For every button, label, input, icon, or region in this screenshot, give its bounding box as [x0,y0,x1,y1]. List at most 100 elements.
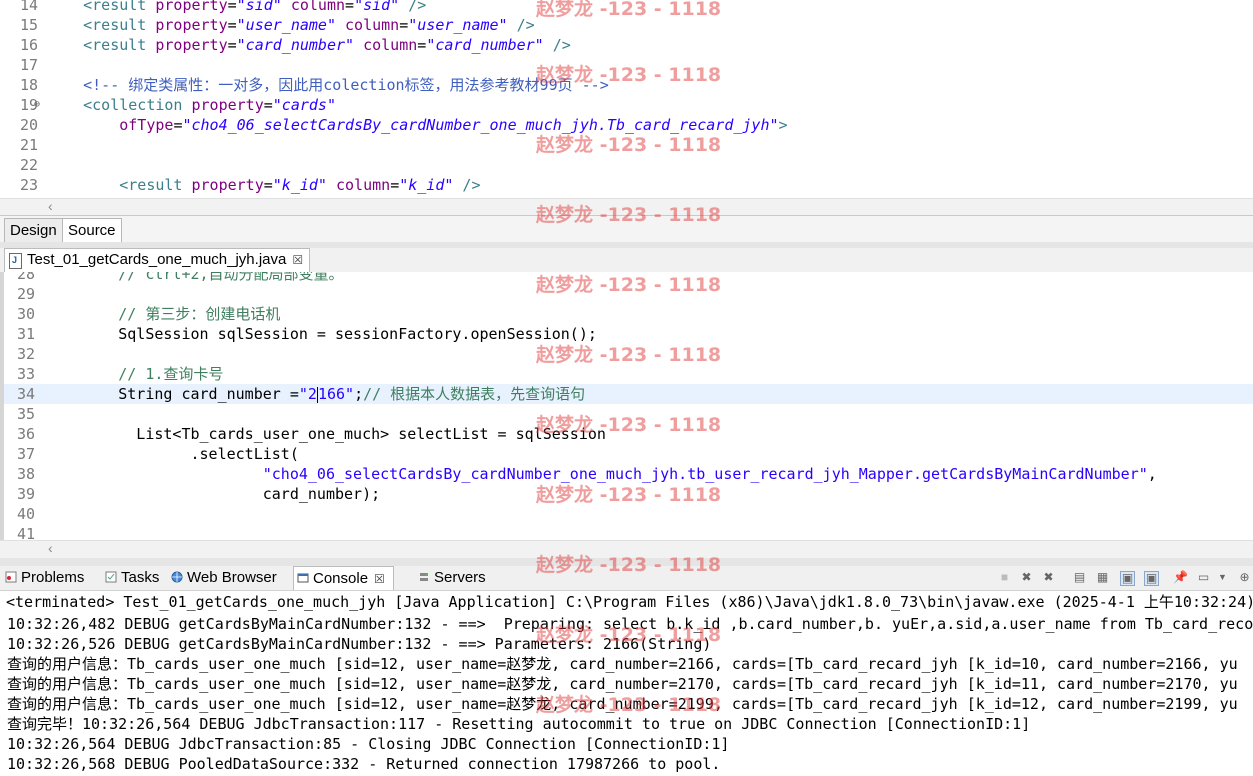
code-token: "user_name" [408,16,508,34]
console-line: 10:32:26,564 DEBUG JdbcTransaction:85 - … [7,735,730,753]
chevron-down-icon[interactable]: ▼ [1216,571,1229,584]
show-on-stderr-icon[interactable]: ▣ [1144,571,1159,586]
line-number: 38 [16,465,35,483]
code-token: property [146,0,228,14]
terminate-icon[interactable]: ■ [998,571,1011,584]
code-line: 19 ⊖ <collection property="cards" [0,95,1253,115]
code-token: <result [47,36,147,54]
code-token: /> [507,16,535,34]
code-line: 33 // 1.查询卡号 [4,364,1253,384]
close-icon[interactable]: ☒ [374,572,385,586]
console-line: 10:32:26,526 DEBUG getCardsByMainCardNum… [7,635,712,653]
tab-design[interactable]: Design [4,218,63,243]
tab-web-browser-label: Web Browser [187,569,277,586]
display-selected-console-icon[interactable]: ▭ [1197,571,1210,584]
show-on-stdout-icon[interactable]: ▣ [1120,571,1135,586]
code-token: "sid" [354,0,400,14]
code-text: <result property="user_name" column="use… [47,15,535,35]
code-line: 20 ofType="cho4_06_selectCardsBy_cardNum… [0,115,1253,135]
code-token: SqlSession sqlSession = sessionFactory.o… [46,325,597,343]
scroll-lock-icon[interactable]: ▦ [1096,571,1109,584]
code-token: // ctrl+2,自动分配局部变量。 [46,272,344,283]
servers-icon [420,573,428,581]
code-token: = [227,16,237,34]
code-line: 14 <result property="sid" column="sid" /… [0,0,1253,15]
code-token: result [92,0,147,14]
line-number: 14 [19,0,38,14]
scroll-left-arrow-icon[interactable]: ‹ [48,198,53,214]
tab-console[interactable]: Console ☒ [293,566,394,590]
code-token: = [227,36,237,54]
line-number: 34 [16,385,35,403]
pin-console-icon[interactable]: 📌 [1173,571,1188,584]
code-line: 39 card_number); [4,484,1253,504]
code-token: property [182,96,264,114]
code-line: 22 [0,155,1253,175]
remove-all-terminated-icon[interactable]: ✖ [1042,571,1055,584]
tab-servers[interactable]: Servers [415,566,486,589]
code-token: /> [399,0,427,14]
code-token: ofType [47,116,174,134]
code-text: String card_number ="2166";// 根据本人数据表，先查… [46,384,585,404]
console-line: 查询的用户信息：Tb_cards_user_one_much [sid=12, … [7,675,1238,693]
code-token: <result [47,176,183,194]
code-text: <result property="k_id" column="k_id" /> [47,175,480,195]
code-token: ; [354,385,364,403]
xml-editor[interactable]: 14 <result property="sid" column="sid" /… [0,0,1253,198]
tab-problems-label: Problems [21,569,85,586]
code-token: property [146,16,228,34]
code-token: card_number); [46,485,381,503]
code-token: "card_number" [236,36,355,54]
code-token: = [399,16,409,34]
tab-source[interactable]: Source [63,218,122,243]
code-token: "card_number" [426,36,544,54]
console-line: 查询完毕！10:32:26,564 DEBUG JdbcTransaction:… [7,715,1031,733]
code-token: "cho4_06_selectCardsBy_cardNumber_one_mu… [262,465,1148,483]
code-line: 15 <result property="user_name" column="… [0,15,1253,35]
scroll-left-arrow-icon[interactable]: ‹ [48,540,53,556]
code-line: 36 List<Tb_cards_user_one_much> selectLi… [4,424,1253,444]
clear-console-icon[interactable]: ▤ [1073,571,1086,584]
java-file-icon [9,253,22,269]
code-text: <!-- 绑定类属性：一对多，因此用colection标签，用法参考教材99页 … [47,75,609,95]
xml-horizontal-scrollbar[interactable]: ‹ [0,198,1253,215]
tab-tasks[interactable]: Tasks [102,566,159,589]
code-line: 32 [4,344,1253,364]
code-line: 35 [4,404,1253,424]
code-line: 40 [4,504,1253,524]
fold-toggle-icon[interactable]: ⊖ [34,95,40,115]
tab-servers-label: Servers [434,569,486,586]
open-console-icon[interactable]: ⊕ [1238,571,1251,584]
tasks-icon [105,571,117,583]
code-line: 18 <!-- 绑定类属性：一对多，因此用colection标签，用法参考教材9… [0,75,1253,95]
code-text: // 第三步：创建电话机 [46,304,280,324]
close-icon[interactable]: ☒ [292,253,303,267]
tab-tasks-label: Tasks [121,569,160,586]
code-text: <collection property="cards" [47,95,336,115]
tab-console-label: Console [313,570,369,587]
line-number: 30 [16,305,35,323]
code-line: 29 [4,284,1253,304]
java-editor[interactable]: 28 // ctrl+2,自动分配局部变量。 29 30 // 第三步：创建电话机 3… [0,272,1253,540]
line-number: 41 [16,525,35,540]
line-number: 16 [19,36,38,54]
line-number: 36 [16,425,35,443]
tab-java-file[interactable]: Test_01_getCards_one_much_jyh.java ☒ [4,248,311,272]
code-text: <result property="card_number" column="c… [47,35,571,55]
console-line: 查询的用户信息：Tb_cards_user_one_much [sid=12, … [7,655,1238,673]
code-line: 23 <result property="k_id" column="k_id"… [0,175,1253,195]
line-number: 39 [16,485,35,503]
remove-launch-icon[interactable]: ✖ [1020,571,1033,584]
java-horizontal-scrollbar[interactable]: ‹ [0,540,1253,559]
code-token: "user_name" [236,16,336,34]
code-token: .selectList( [46,445,299,463]
code-token: // 根据本人数据表，先查询语句 [363,385,586,403]
code-text: // ctrl+2,自动分配局部变量。 [46,272,344,284]
console-output[interactable]: 10:32:26,482 DEBUG getCardsByMainCardNum… [0,613,1253,776]
tab-problems[interactable]: Problems [2,566,84,589]
tab-web-browser[interactable]: Web Browser [168,566,277,589]
code-line: 28 // ctrl+2,自动分配局部变量。 [4,272,1253,284]
console-line: 查询的用户信息：Tb_cards_user_one_much [sid=12, … [7,695,1238,713]
code-token: column [281,0,346,14]
